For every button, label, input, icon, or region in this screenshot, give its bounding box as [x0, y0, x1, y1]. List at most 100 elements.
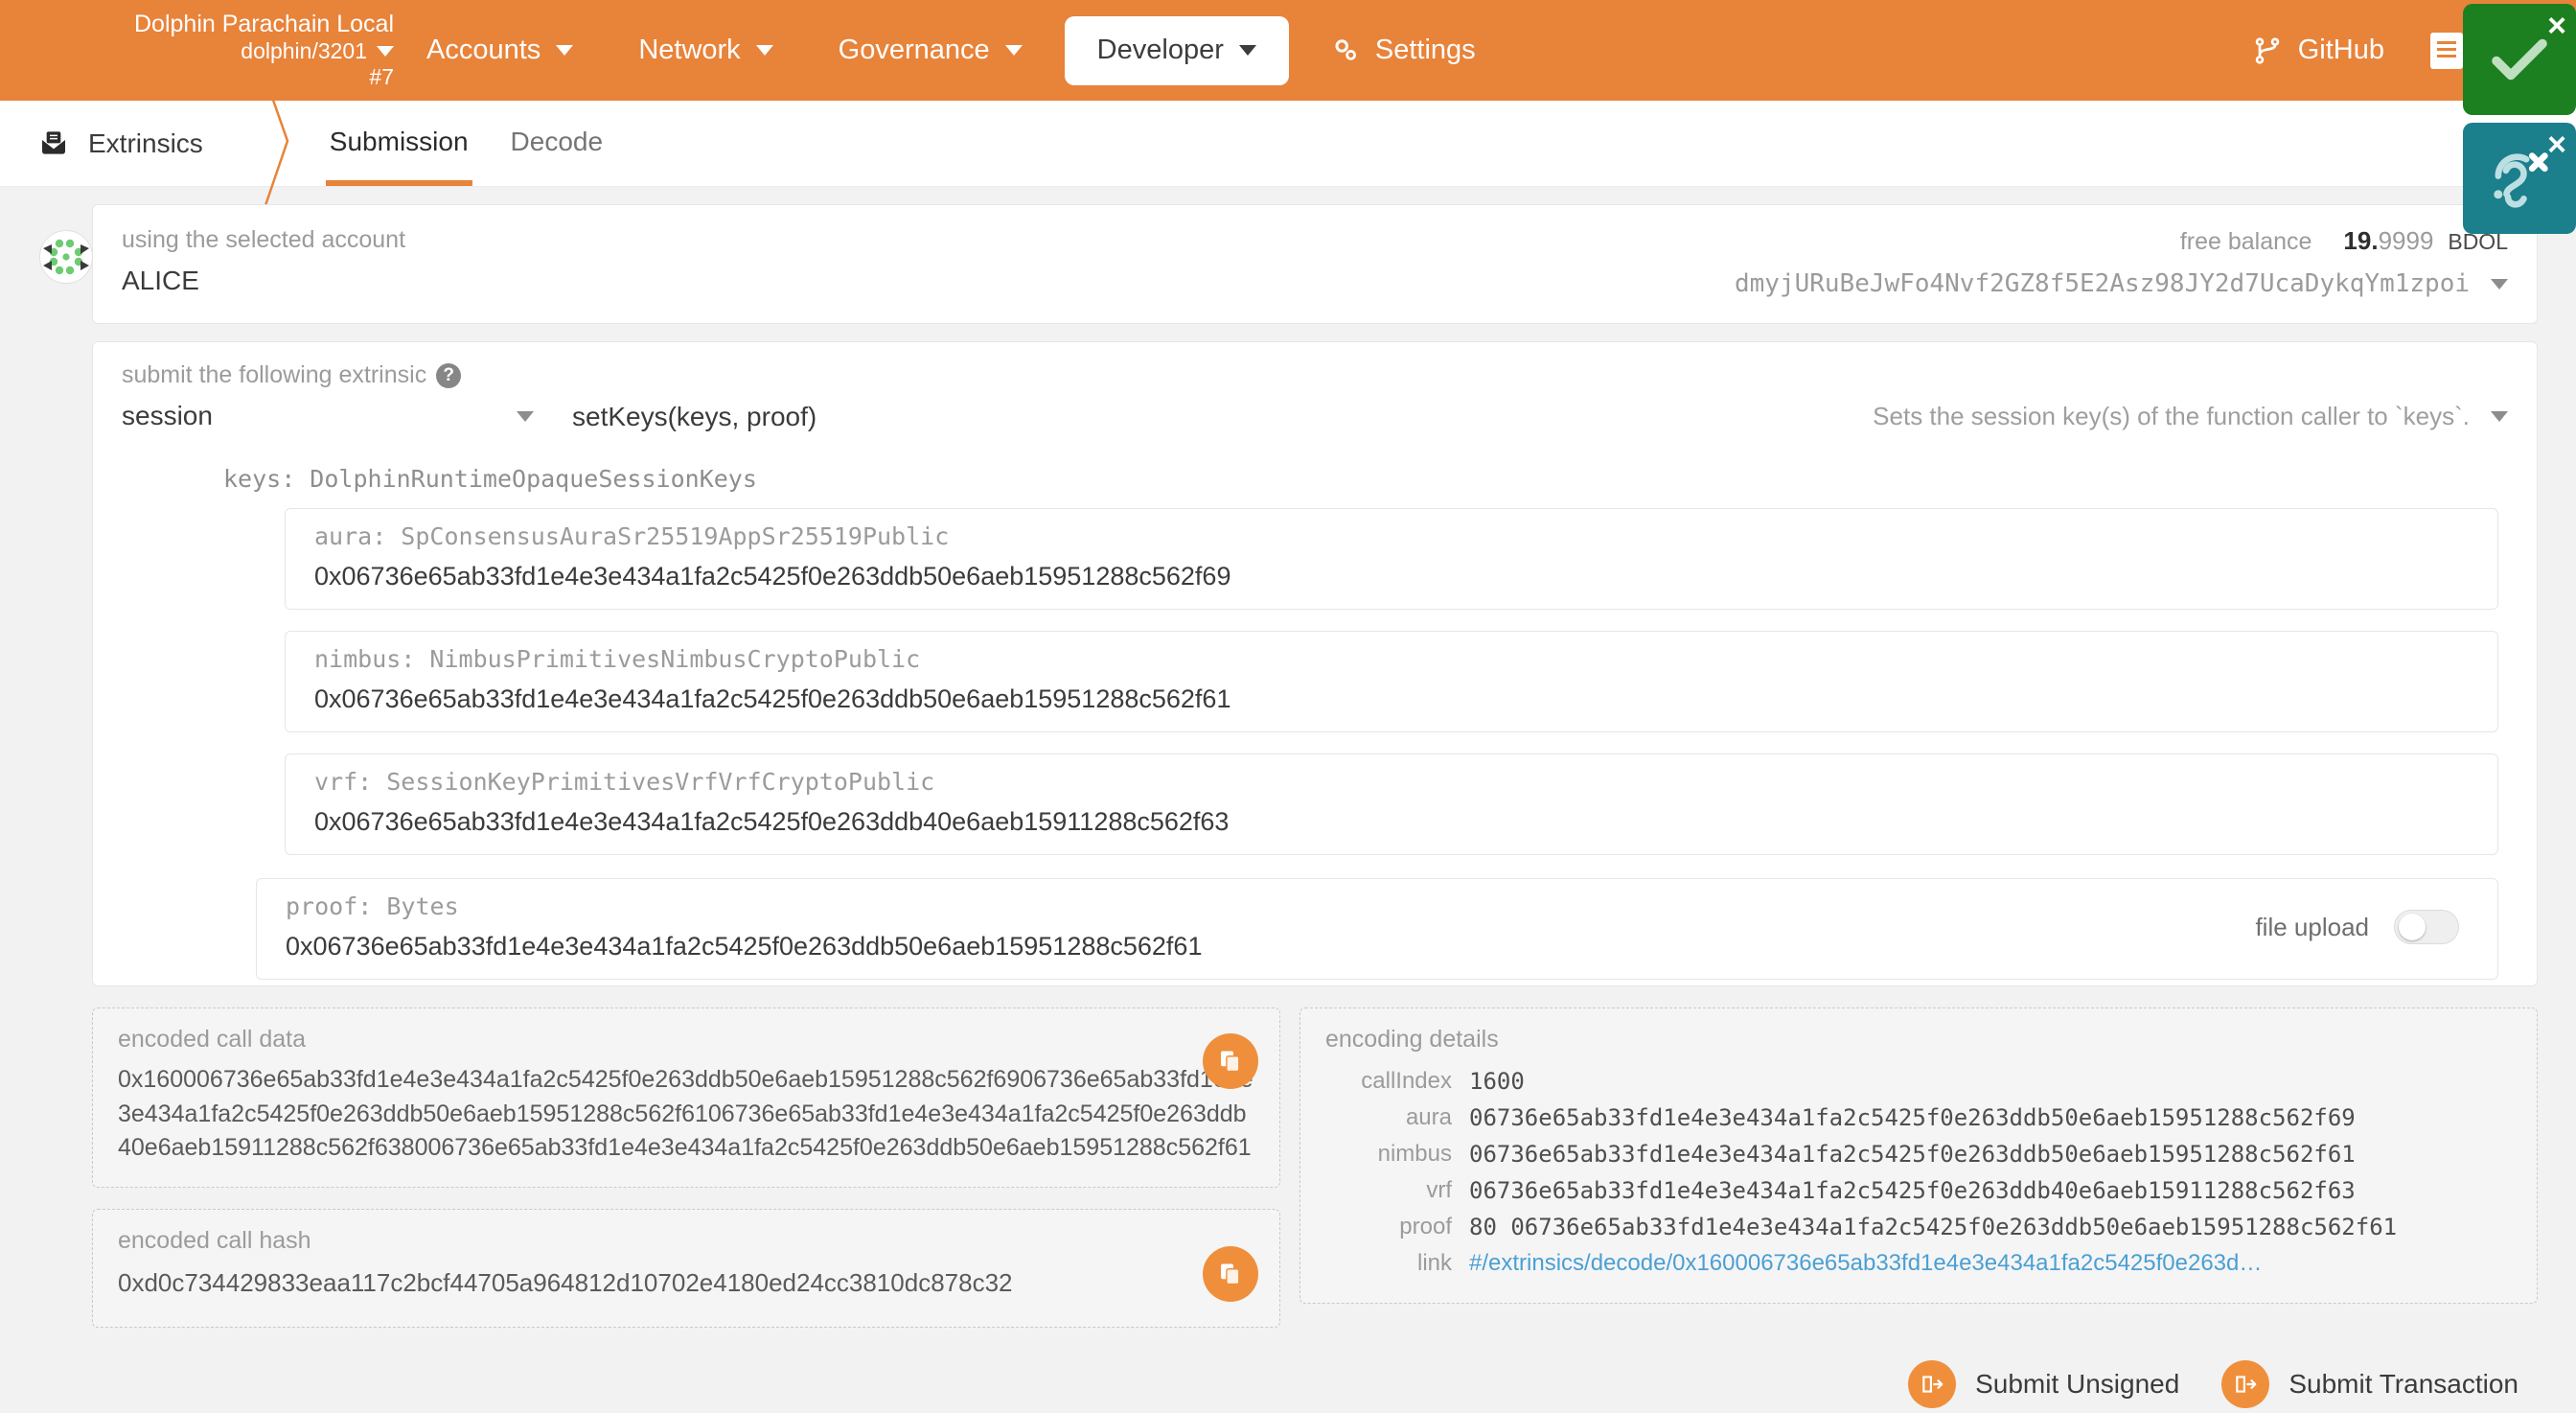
git-branch-icon: [2255, 36, 2280, 64]
table-row: callIndex 1600: [1325, 1063, 2512, 1100]
status-badge-sound-off[interactable]: ×: [2463, 123, 2576, 234]
table-row: nimbus 06736e65ab33fd1e4e3e434a1fa2c5425…: [1325, 1136, 2512, 1172]
sign-in-icon: [1922, 1375, 1944, 1393]
sign-in-icon: [2236, 1375, 2257, 1393]
section-title: Extrinsics: [0, 101, 251, 186]
top-navigation-bar: Dolphin Parachain Local dolphin/3201 #7 …: [0, 0, 2576, 234]
encoding-details-table: callIndex 1600 aura 06736e65ab33fd1e4e3e…: [1325, 1063, 2512, 1282]
encoding-details-panel: encoding details callIndex 1600 aura 067…: [1300, 1008, 2538, 1304]
account-card: using the selected account ALICE free ba…: [39, 204, 2538, 324]
detail-value-nimbus: 06736e65ab33fd1e4e3e434a1fa2c5425f0e263d…: [1469, 1141, 2356, 1168]
file-upload-toggle-group[interactable]: file upload: [2255, 910, 2469, 944]
field-aura[interactable]: aura: SpConsensusAuraSr25519AppSr25519Pu…: [285, 508, 2498, 610]
file-upload-label: file upload: [2255, 912, 2369, 941]
tab-submission[interactable]: Submission: [309, 101, 490, 186]
nav-item-developer[interactable]: Developer: [1064, 15, 1289, 85]
block-number: #7: [369, 64, 395, 90]
submit-transaction-button[interactable]: Submit Transaction: [2221, 1359, 2518, 1408]
detail-value-proof: 80 06736e65ab33fd1e4e3e434a1fa2c5425f0e2…: [1469, 1214, 2398, 1240]
account-name: ALICE: [122, 266, 199, 295]
submit-unsigned-icon: [1908, 1359, 1957, 1408]
encoded-call-data-title: encoded call data: [118, 1026, 306, 1053]
field-proof-input[interactable]: proof: Bytes 0x06736e65ab33fd1e4e3e434a1…: [286, 892, 2255, 961]
toggle-knob: [2399, 914, 2426, 940]
chevron-down-icon: [1004, 45, 1023, 56]
field-proof[interactable]: proof: Bytes 0x06736e65ab33fd1e4e3e434a1…: [256, 878, 2498, 980]
pallet-select[interactable]: submit the following extrinsic? session: [122, 361, 534, 431]
copy-icon: [1221, 1051, 1240, 1073]
nav-item-network[interactable]: Network: [606, 0, 805, 101]
extrinsic-selector-row: submit the following extrinsic? session …: [93, 342, 2537, 455]
chain-spec: dolphin/3201: [241, 38, 395, 64]
account-balance-block: free balance 19.9999 BDOL dmyjURuBeJwFo4…: [1735, 226, 2508, 298]
extrinsic-card: submit the following extrinsic? session …: [92, 341, 2538, 986]
account-selector[interactable]: using the selected account ALICE: [122, 226, 1735, 296]
field-vrf-value: 0x06736e65ab33fd1e4e3e434a1fa2c5425f0e26…: [314, 807, 1230, 836]
method-value[interactable]: setKeys(keys, proof): [534, 361, 816, 432]
tab-decode[interactable]: Decode: [490, 101, 625, 186]
help-icon[interactable]: ?: [436, 363, 462, 388]
extrinsics-icon: [42, 130, 65, 154]
detail-value-callindex: 1600: [1469, 1068, 1525, 1095]
detail-value-vrf: 06736e65ab33fd1e4e3e434a1fa2c5425f0e263d…: [1469, 1177, 2356, 1204]
submit-actions: Submit Unsigned Submit Transaction: [0, 1359, 2518, 1408]
chevron-down-icon: [1238, 45, 1256, 56]
copy-call-hash-button[interactable]: [1203, 1245, 1258, 1302]
field-proof-value: 0x06736e65ab33fd1e4e3e434a1fa2c5425f0e26…: [286, 932, 1203, 961]
field-nimbus[interactable]: nimbus: NimbusPrimitivesNimbusCryptoPubl…: [285, 631, 2498, 732]
field-vrf[interactable]: vrf: SessionKeyPrimitivesVrfVrfCryptoPub…: [285, 753, 2498, 855]
table-row: link #/extrinsics/decode/0x160006736e65a…: [1325, 1245, 2512, 1282]
chevron-down-icon: [755, 45, 773, 56]
detail-key-aura: aura: [1405, 1104, 1452, 1130]
nav-item-governance[interactable]: Governance: [806, 0, 1055, 101]
gear-icon: [1335, 38, 1356, 60]
chain-selector[interactable]: Dolphin Parachain Local dolphin/3201 #7: [0, 11, 395, 91]
github-link[interactable]: GitHub: [2227, 35, 2409, 66]
chevron-down-icon: [2491, 278, 2508, 290]
submit-unsigned-button[interactable]: Submit Unsigned: [1908, 1359, 2179, 1408]
account-address: dmyjURuBeJwFo4Nvf2GZ8f5E2Asz98JY2d7UcaDy…: [1734, 269, 2470, 298]
chevron-down-icon: [2491, 411, 2508, 422]
account-label: using the selected account: [122, 226, 406, 253]
field-nimbus-value: 0x06736e65ab33fd1e4e3e434a1fa2c5425f0e26…: [314, 684, 1231, 713]
method-docs: Sets the session key(s) of the function …: [1873, 402, 2470, 430]
close-icon[interactable]: ×: [2547, 10, 2566, 42]
field-aura-label: aura: SpConsensusAuraSr25519AppSr25519Pu…: [314, 522, 950, 550]
copy-icon: [1221, 1263, 1240, 1285]
close-icon[interactable]: ×: [2547, 128, 2566, 161]
encoding-panels: encoded call data 0x160006736e65ab33fd1e…: [92, 1008, 2538, 1328]
detail-value-link[interactable]: #/extrinsics/decode/0x160006736e65ab33fd…: [1469, 1245, 2512, 1282]
pallet-select-box[interactable]: session: [122, 401, 534, 431]
method-docs-row[interactable]: Sets the session key(s) of the function …: [816, 361, 2508, 431]
nav-item-accounts[interactable]: Accounts: [394, 0, 606, 101]
detail-key-proof: proof: [1399, 1214, 1452, 1239]
encoding-details-title: encoding details: [1325, 1026, 1499, 1053]
field-aura-value: 0x06736e65ab33fd1e4e3e434a1fa2c5425f0e26…: [314, 562, 1231, 591]
chevron-down-icon: [556, 45, 574, 56]
encoded-panel-left: encoded call data 0x160006736e65ab33fd1e…: [92, 1008, 1280, 1328]
pallet-value: session: [122, 401, 213, 430]
detail-key-callindex: callIndex: [1361, 1068, 1452, 1094]
breadcrumb-chevron: [251, 70, 309, 214]
balance-label: free balance: [2179, 228, 2312, 255]
hearing-off-icon: [2494, 152, 2548, 208]
status-badge-success[interactable]: ×: [2463, 4, 2576, 115]
file-upload-toggle[interactable]: [2394, 910, 2459, 944]
account-address-dropdown[interactable]: dmyjURuBeJwFo4Nvf2GZ8f5E2Asz98JY2d7UcaDy…: [1735, 269, 2508, 298]
encoded-call-data-value: 0x160006736e65ab33fd1e4e3e434a1fa2c5425f…: [118, 1066, 1254, 1161]
field-vrf-label: vrf: SessionKeyPrimitivesVrfVrfCryptoPub…: [314, 768, 935, 796]
detail-key-link: link: [1416, 1250, 1452, 1276]
book-icon: [2430, 32, 2463, 69]
table-row: aura 06736e65ab33fd1e4e3e434a1fa2c5425f0…: [1325, 1100, 2512, 1136]
encoded-call-hash-value: 0xd0c734429833eaa117c2bcf44705a964812d10…: [118, 1267, 1013, 1297]
nav-item-settings[interactable]: Settings: [1299, 0, 1508, 101]
identicon-icon: [41, 232, 91, 282]
field-nimbus-label: nimbus: NimbusPrimitivesNimbusCryptoPubl…: [314, 645, 921, 673]
section-tab-bar: Extrinsics Submission Decode: [0, 70, 2576, 214]
copy-call-data-button[interactable]: [1203, 1033, 1258, 1089]
avatar[interactable]: [39, 230, 93, 284]
decode-link[interactable]: #/extrinsics/decode/0x160006736e65ab33fd…: [1469, 1250, 2262, 1276]
extrinsic-label: submit the following extrinsic?: [122, 361, 534, 389]
chevron-down-icon: [517, 410, 534, 422]
balance-amount: 19.9999: [2343, 226, 2434, 255]
